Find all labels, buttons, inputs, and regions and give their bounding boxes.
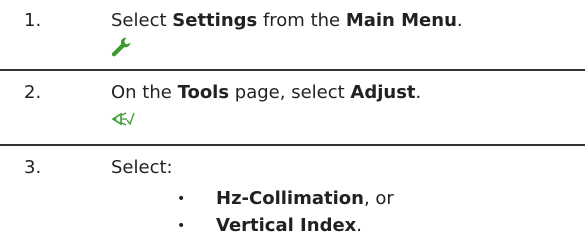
wrench-icon bbox=[111, 36, 131, 63]
step-divider bbox=[0, 144, 585, 146]
step-number: 2. bbox=[24, 82, 42, 103]
bullet: • bbox=[177, 191, 186, 207]
step-instruction: Select Settings from the Main Menu. bbox=[111, 10, 463, 31]
step-number: 1. bbox=[24, 10, 42, 31]
option-text: Vertical Index. bbox=[216, 215, 363, 236]
step-instruction: Select: bbox=[111, 157, 173, 178]
step-instruction: On the Tools page, select Adjust. bbox=[111, 82, 422, 103]
adjust-icon bbox=[111, 110, 135, 133]
step-divider bbox=[0, 69, 585, 71]
step-number: 3. bbox=[24, 157, 42, 178]
bullet: • bbox=[177, 218, 186, 234]
option-text: Hz-Collimation, or bbox=[216, 188, 394, 209]
